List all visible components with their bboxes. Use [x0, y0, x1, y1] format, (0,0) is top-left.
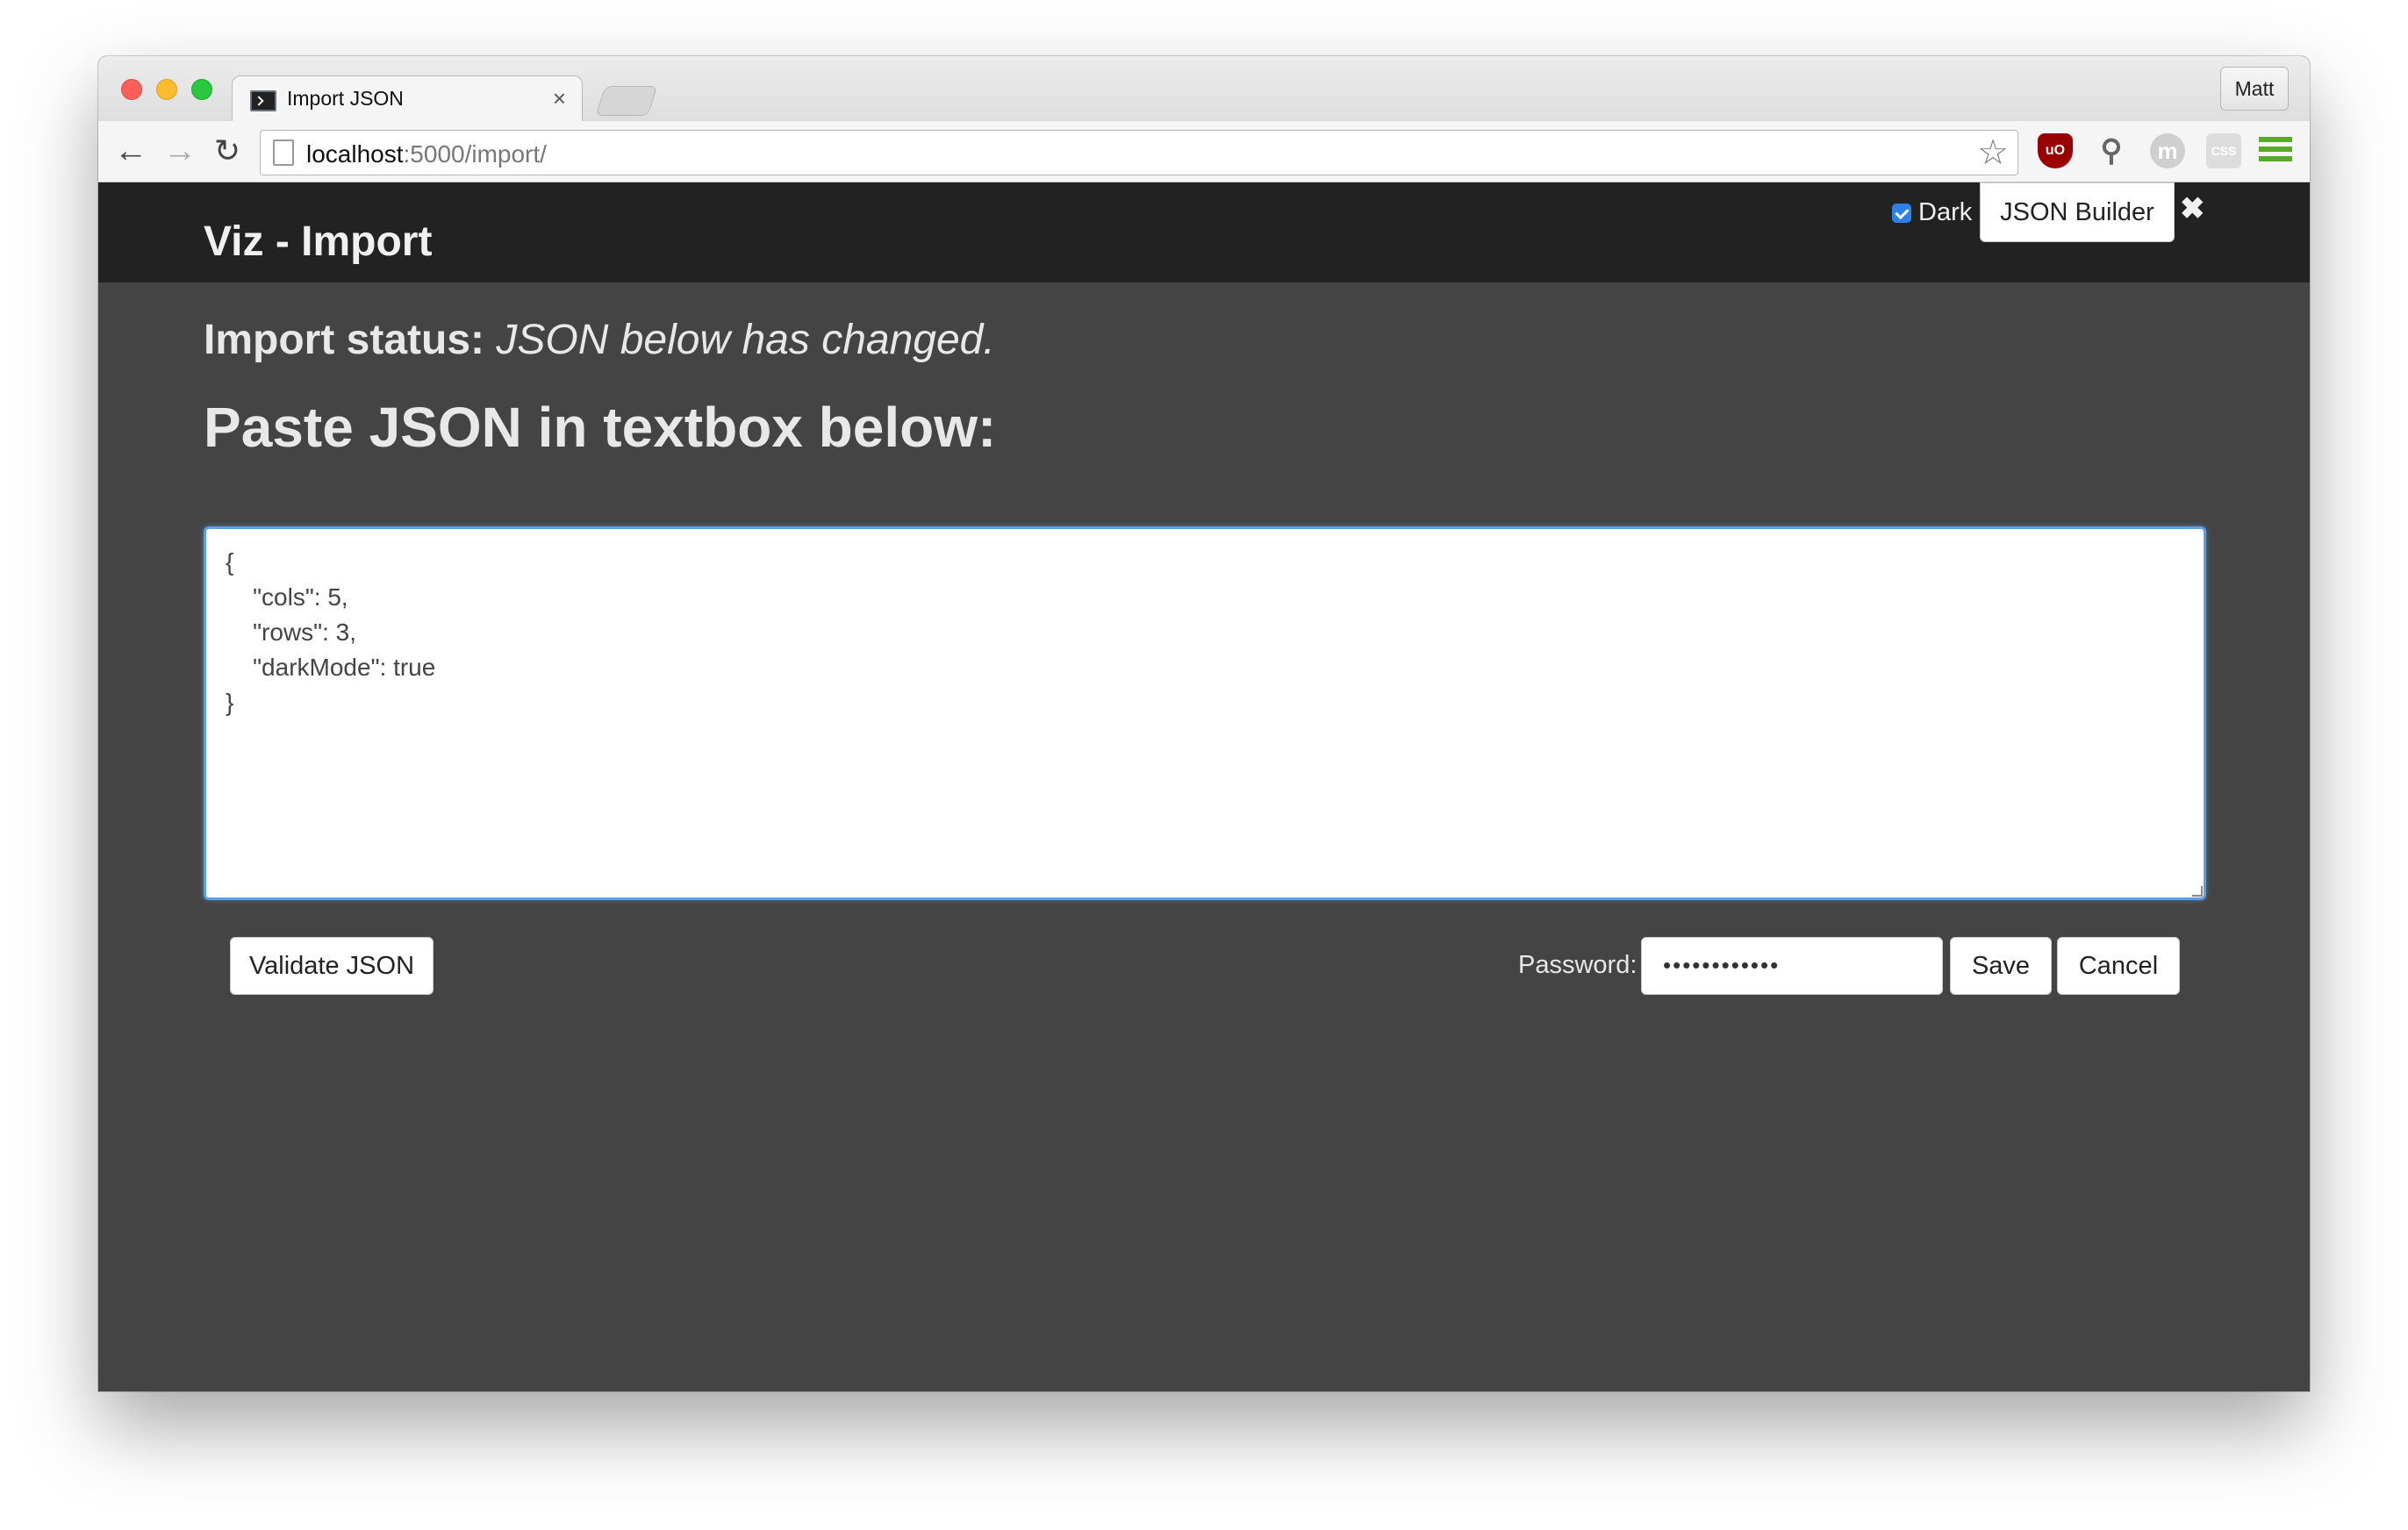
url-host: localhost [306, 140, 404, 168]
profile-button[interactable]: Matt [2220, 67, 2289, 111]
url-path: :5000/import/ [403, 140, 547, 168]
lightbulb-extension-icon[interactable]: ⚲ [2094, 133, 2129, 168]
json-textarea[interactable]: { "cols": 5, "rows": 3, "darkMode": true… [204, 526, 2206, 900]
page-icon [273, 139, 294, 166]
dark-mode-toggle[interactable]: Dark [1892, 198, 1972, 227]
dark-mode-label: Dark [1918, 198, 1973, 226]
save-button[interactable]: Save [1950, 937, 2052, 995]
app-header: Viz - Import Dark JSON Builder ✖ [98, 182, 2310, 282]
close-window-icon[interactable] [121, 79, 142, 100]
close-icon[interactable]: ✖ [2180, 191, 2205, 226]
maximize-window-icon[interactable] [191, 79, 212, 100]
resize-handle-icon[interactable] [2192, 886, 2203, 897]
import-status: Import status: JSON below has changed. [204, 316, 995, 364]
minimize-window-icon[interactable] [156, 79, 177, 100]
tab-import-json[interactable]: Import JSON × [232, 75, 583, 123]
back-arrow-icon[interactable]: ← [112, 133, 149, 170]
titlebar: Import JSON × Matt [98, 56, 2310, 123]
page-content: Viz - Import Dark JSON Builder ✖ Import … [98, 182, 2310, 1391]
tab-title: Import JSON [287, 87, 404, 110]
css-extension-icon[interactable]: CSS [2206, 133, 2241, 168]
cancel-button[interactable]: Cancel [2057, 937, 2180, 995]
ublock-extension-icon[interactable]: uO [2038, 133, 2073, 168]
password-label: Password: [1518, 951, 1638, 979]
page-title: Viz - Import [204, 218, 433, 265]
m-extension-icon[interactable]: m [2150, 133, 2185, 168]
reload-icon[interactable]: ↻ [209, 133, 246, 170]
paste-heading: Paste JSON in textbox below: [204, 396, 997, 459]
browser-toolbar: ← → ↻ localhost:5000/import/ ☆ uO ⚲ m CS… [98, 121, 2310, 182]
forward-arrow-icon[interactable]: → [161, 133, 198, 170]
terminal-favicon-icon [250, 90, 276, 111]
import-status-value: JSON below has changed. [496, 317, 995, 363]
dark-mode-checkbox[interactable] [1892, 203, 1911, 223]
url-text[interactable]: localhost:5000/import/ [306, 140, 547, 168]
json-builder-button[interactable]: JSON Builder [1980, 182, 2175, 242]
menu-hamburger-icon[interactable] [2259, 137, 2292, 167]
bookmark-star-icon[interactable]: ☆ [1977, 134, 2009, 171]
password-input[interactable]: •••••••••••• [1641, 937, 1943, 995]
new-tab-button[interactable] [595, 86, 658, 116]
import-status-label: Import status: [204, 317, 485, 363]
browser-window: Import JSON × Matt ← → ↻ localhost:5000/… [98, 56, 2310, 1391]
tab-close-icon[interactable]: × [553, 85, 566, 112]
address-bar[interactable]: localhost:5000/import/ ☆ [260, 130, 2018, 175]
validate-json-button[interactable]: Validate JSON [230, 937, 434, 995]
